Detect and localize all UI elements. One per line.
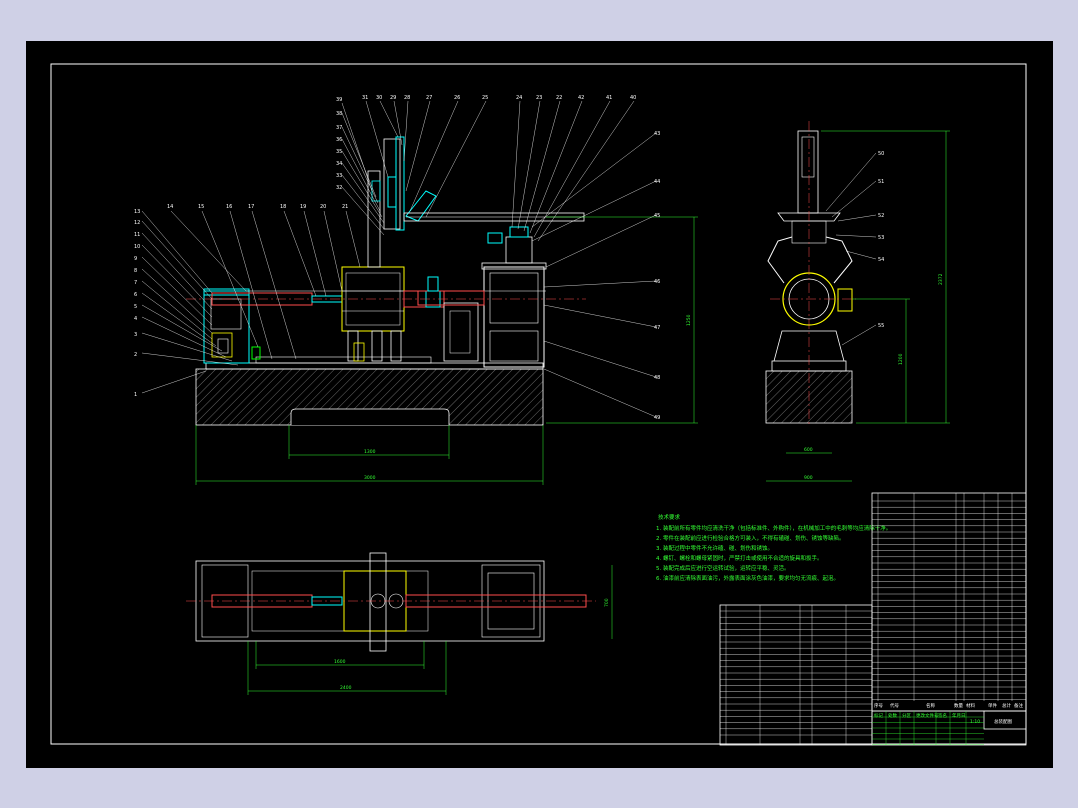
tech-req-line-4: 4. 螺钉、螺栓和螺母紧固时，严禁打击或使用不合适的旋具和扳手。 <box>656 554 823 562</box>
sign-signature: 签名 <box>938 712 947 719</box>
svg-text:10: 10 <box>134 244 140 250</box>
dim-plan-length-1: 1600 <box>334 659 346 665</box>
tech-req-title: 技术要求 <box>658 513 681 521</box>
dim-side-height-total: 2372 <box>938 273 944 285</box>
dim-side-base: 900 <box>804 475 813 481</box>
svg-text:19: 19 <box>300 204 306 210</box>
svg-text:7: 7 <box>134 280 137 286</box>
svg-text:6: 6 <box>134 292 137 298</box>
dim-plan-width: 700 <box>604 598 610 607</box>
svg-text:28: 28 <box>404 95 410 101</box>
svg-text:43: 43 <box>654 131 660 137</box>
tech-req-line-6: 6. 油漆前应清除表面油污，外露表面涂灰色油漆，要求均匀无流痕、起泡。 <box>656 574 839 582</box>
dim-base-length: 3000 <box>364 475 376 481</box>
dim-plan-length-2: 2400 <box>340 685 352 691</box>
svg-text:18: 18 <box>280 204 286 210</box>
svg-text:24: 24 <box>516 95 522 101</box>
hdr-seq: 序号 <box>874 702 883 709</box>
tech-req-line-3: 3. 装配过程中零件不允许磕、碰、划伤和锈蚀。 <box>656 544 773 552</box>
svg-text:39: 39 <box>336 97 342 103</box>
svg-text:17: 17 <box>248 204 254 210</box>
drawing-scale: 1:10 <box>970 719 980 725</box>
sign-mark: 标记 <box>874 712 883 719</box>
svg-text:40: 40 <box>630 95 636 101</box>
hdr-code: 代号 <box>890 702 899 709</box>
svg-text:4: 4 <box>134 316 137 322</box>
hdr-name: 名称 <box>926 702 935 709</box>
svg-text:46: 46 <box>654 279 660 285</box>
svg-text:20: 20 <box>320 204 326 210</box>
svg-text:49: 49 <box>654 415 660 421</box>
svg-text:33: 33 <box>336 173 342 179</box>
svg-text:5: 5 <box>134 304 137 310</box>
dim-base-opening: 1300 <box>364 449 376 455</box>
hdr-material: 材料 <box>966 702 975 709</box>
tech-req-line-1: 1. 装配前所有零件均应清洗干净（包括标准件、外购件），在机械加工中的毛刺等均应… <box>656 524 891 532</box>
svg-text:55: 55 <box>878 323 884 329</box>
svg-text:36: 36 <box>336 137 342 143</box>
svg-text:23: 23 <box>536 95 542 101</box>
side-view: 2372 1200 600 900 50 51 52 53 54 55 <box>765 121 950 482</box>
tech-requirements: 技术要求 1. 装配前所有零件均应清洗干净（包括标准件、外购件），在机械加工中的… <box>656 513 891 582</box>
svg-text:37: 37 <box>336 125 342 131</box>
plan-view: 700 1600 2400 <box>186 552 613 695</box>
sign-zone: 分区 <box>902 712 911 719</box>
svg-text:47: 47 <box>654 325 660 331</box>
svg-text:27: 27 <box>426 95 432 101</box>
svg-text:30: 30 <box>376 95 382 101</box>
svg-text:38: 38 <box>336 111 342 117</box>
svg-text:51: 51 <box>878 179 884 185</box>
svg-text:54: 54 <box>878 257 884 263</box>
svg-text:22: 22 <box>556 95 562 101</box>
svg-text:34: 34 <box>336 161 342 167</box>
svg-text:31: 31 <box>362 95 368 101</box>
assembly-drawing: 3000 1300 1250 13 12 11 10 9 8 7 6 5 4 3… <box>50 63 1027 746</box>
svg-text:12: 12 <box>134 220 140 226</box>
tech-req-line-2: 2. 零件在装配前应进行检验合格方可装入，不得有磕碰、划伤、锈蚀等缺陷。 <box>656 534 845 542</box>
sign-doc: 更改文件号 <box>916 712 939 719</box>
svg-text:41: 41 <box>606 95 612 101</box>
svg-text:15: 15 <box>198 204 204 210</box>
svg-text:29: 29 <box>390 95 396 101</box>
svg-text:25: 25 <box>482 95 488 101</box>
sign-date: 年月日 <box>952 712 966 719</box>
hdr-qty: 数量 <box>954 702 963 709</box>
svg-text:8: 8 <box>134 268 137 274</box>
svg-text:32: 32 <box>336 185 342 191</box>
svg-text:44: 44 <box>654 179 660 185</box>
svg-text:2: 2 <box>134 352 137 358</box>
svg-text:52: 52 <box>878 213 884 219</box>
svg-text:3: 3 <box>134 332 137 338</box>
svg-text:53: 53 <box>878 235 884 241</box>
sign-count: 处数 <box>888 712 897 719</box>
svg-text:35: 35 <box>336 149 342 155</box>
svg-text:11: 11 <box>134 232 140 238</box>
svg-text:42: 42 <box>578 95 584 101</box>
front-view: 3000 1300 1250 <box>186 136 698 485</box>
svg-text:9: 9 <box>134 256 137 262</box>
svg-text:13: 13 <box>134 209 140 215</box>
svg-text:16: 16 <box>226 204 232 210</box>
svg-text:45: 45 <box>654 213 660 219</box>
svg-text:48: 48 <box>654 375 660 381</box>
hdr-unit: 单件 <box>988 702 997 709</box>
dim-side-height-mid: 1200 <box>898 353 904 365</box>
svg-text:26: 26 <box>454 95 460 101</box>
drawing-name: 总装配图 <box>994 718 1012 725</box>
svg-text:1: 1 <box>134 392 137 398</box>
svg-text:21: 21 <box>342 204 348 210</box>
svg-text:14: 14 <box>167 204 173 210</box>
cad-drawing-canvas: 3000 1300 1250 13 12 11 10 9 8 7 6 5 4 3… <box>26 41 1053 768</box>
tech-req-line-5: 5. 装配完成后应进行空运转试验，运转应平稳、灵活。 <box>656 564 790 572</box>
hdr-total: 总计 <box>1002 702 1011 709</box>
svg-text:50: 50 <box>878 151 884 157</box>
dim-height-total: 1250 <box>686 314 692 326</box>
dim-side-width: 600 <box>804 447 813 453</box>
hdr-remark: 备注 <box>1014 702 1023 709</box>
